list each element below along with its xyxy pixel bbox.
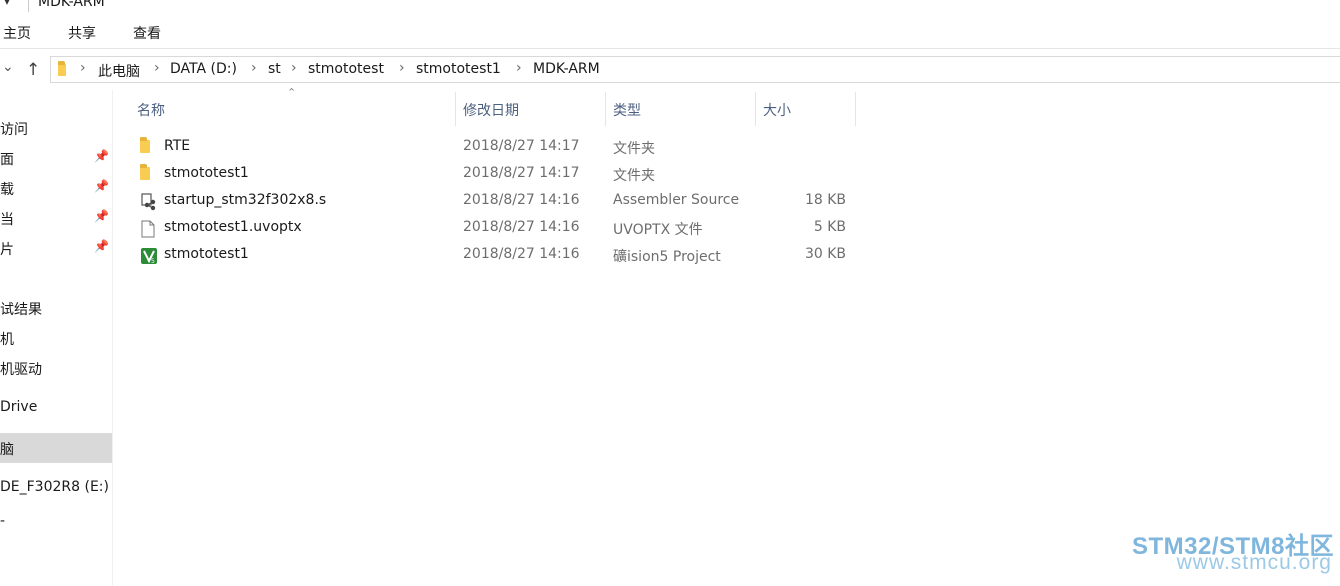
watermark-url: www.stmcu.org [1176, 551, 1332, 574]
file-date: 2018/8/27 14:16 [463, 246, 580, 262]
quick-access-dropdown-icon[interactable]: ▾ [4, 0, 10, 8]
file-row[interactable]: 5 stmototest1 2018/8/27 14:16 礦ision5 Pr… [132, 242, 856, 269]
file-row[interactable]: stmototest1 2018/8/27 14:17 文件夹 [132, 161, 856, 188]
column-header-name[interactable]: 名称 [129, 92, 455, 126]
column-header-size[interactable]: 大小 [755, 92, 855, 126]
file-name: startup_stm32f302x8.s [164, 192, 327, 208]
sidebar-item-quick-access[interactable]: 访问 [0, 113, 112, 143]
sidebar-item-label: 机 [0, 332, 14, 348]
breadcrumb-chevron-icon[interactable]: › [251, 60, 257, 76]
sidebar-item-label: 载 [0, 182, 14, 198]
file-size: 18 KB [804, 192, 846, 208]
breadcrumb-st[interactable]: st [268, 61, 281, 77]
blank-file-icon [140, 220, 156, 238]
file-row[interactable]: RTE 2018/8/27 14:17 文件夹 [132, 134, 856, 161]
sidebar-item-nucleo-drive[interactable]: DE_F302R8 (E:) [0, 473, 112, 503]
sidebar-item-onedrive[interactable]: Drive [0, 393, 112, 423]
column-header-date[interactable]: 修改日期 [455, 92, 605, 126]
window-title: MDK-ARM [38, 0, 105, 10]
breadcrumb-this-pc[interactable]: 此电脑 [98, 61, 140, 81]
breadcrumb-chevron-icon[interactable]: › [154, 60, 160, 76]
tab-share[interactable]: 共享 [68, 23, 96, 43]
column-divider[interactable] [855, 92, 856, 126]
uvision-project-icon: 5 [140, 247, 157, 265]
sidebar-item-machine[interactable]: 机 [0, 323, 112, 353]
file-type: Assembler Source [613, 192, 740, 208]
title-divider [28, 0, 29, 12]
sidebar-item-label: 片 [0, 242, 14, 258]
folder-icon [140, 164, 156, 182]
breadcrumb-stmototest[interactable]: stmototest [308, 61, 384, 77]
sidebar-item-machine-drivers[interactable]: 机驱动 [0, 353, 112, 383]
column-header-label: 修改日期 [463, 103, 519, 119]
sidebar-item-network[interactable]: - [0, 513, 112, 543]
sidebar-item-label: 机驱动 [0, 362, 42, 378]
ribbon-tabs: 主页 共享 查看 [0, 18, 1340, 49]
column-header-type[interactable]: 类型 [605, 92, 755, 126]
file-name: stmototest1 [164, 246, 249, 262]
pin-icon: 📌 [94, 149, 109, 163]
sidebar-item-label: 当 [0, 212, 14, 228]
address-bar[interactable]: › 此电脑 › DATA (D:) › st › stmototest › st… [50, 56, 1340, 83]
column-header-label: 大小 [763, 103, 791, 119]
breadcrumb-chevron-icon[interactable]: › [80, 60, 86, 76]
sidebar-item-desktop[interactable]: 面 📌 [0, 143, 112, 173]
file-date: 2018/8/27 14:16 [463, 192, 580, 208]
recent-locations-chevron-icon[interactable]: ⌄ [2, 59, 14, 75]
title-bar: ▾ MDK-ARM [0, 0, 1340, 14]
file-row[interactable]: stmototest1.uvoptx 2018/8/27 14:16 UVOPT… [132, 215, 856, 242]
sidebar-item-downloads[interactable]: 载 📌 [0, 173, 112, 203]
file-date: 2018/8/27 14:17 [463, 138, 580, 154]
svg-text:5: 5 [151, 258, 155, 265]
breadcrumb-chevron-icon[interactable]: › [291, 60, 297, 76]
file-name: RTE [164, 138, 191, 154]
file-size: 30 KB [804, 246, 846, 262]
up-arrow-icon[interactable]: ↑ [26, 60, 40, 80]
sidebar-item-label: 面 [0, 152, 14, 168]
tab-home[interactable]: 主页 [3, 23, 31, 43]
file-date: 2018/8/27 14:17 [463, 165, 580, 181]
file-type: UVOPTX 文件 [613, 222, 703, 238]
breadcrumb-chevron-icon[interactable]: › [399, 60, 405, 76]
breadcrumb-mdk-arm[interactable]: MDK-ARM [533, 61, 600, 77]
breadcrumb-drive[interactable]: DATA (D:) [170, 61, 237, 77]
pin-icon: 📌 [94, 239, 109, 253]
column-header-label: 名称 [137, 103, 165, 119]
sidebar-item-label: 访问 [0, 122, 28, 138]
sidebar-item-label: 脑 [0, 442, 14, 458]
navigation-pane: 访问 面 📌 载 📌 当 📌 片 📌 试结果 机 机驱动 Drive 脑 DE_F302… [0, 90, 113, 586]
file-name: stmototest1.uvoptx [164, 219, 302, 235]
sidebar-item-documents[interactable]: 当 📌 [0, 203, 112, 233]
sidebar-item-label: 试结果 [0, 302, 42, 318]
file-date: 2018/8/27 14:16 [463, 219, 580, 235]
assembler-file-icon [140, 193, 156, 211]
sidebar-item-label: - [0, 513, 6, 529]
tab-view[interactable]: 查看 [133, 23, 161, 43]
sidebar-item-test-results[interactable]: 试结果 [0, 293, 112, 323]
file-row[interactable]: startup_stm32f302x8.s 2018/8/27 14:16 As… [132, 188, 856, 215]
column-header-label: 类型 [613, 103, 641, 119]
breadcrumb-chevron-icon[interactable]: › [516, 60, 522, 76]
sidebar-item-label: Drive [0, 399, 38, 415]
file-name: stmototest1 [164, 165, 249, 181]
pin-icon: 📌 [94, 179, 109, 193]
sidebar-item-pictures[interactable]: 片 📌 [0, 233, 112, 263]
sidebar-item-this-pc[interactable]: 脑 [0, 433, 112, 463]
address-folder-icon [58, 61, 66, 80]
file-size: 5 KB [813, 219, 846, 235]
breadcrumb-stmototest1[interactable]: stmototest1 [416, 61, 501, 77]
file-type: 文件夹 [613, 168, 655, 184]
file-type: 礦ision5 Project [613, 249, 721, 265]
file-type: 文件夹 [613, 141, 655, 157]
folder-icon [140, 137, 156, 155]
pin-icon: 📌 [94, 209, 109, 223]
sidebar-item-label: DE_F302R8 (E:) [0, 479, 109, 495]
